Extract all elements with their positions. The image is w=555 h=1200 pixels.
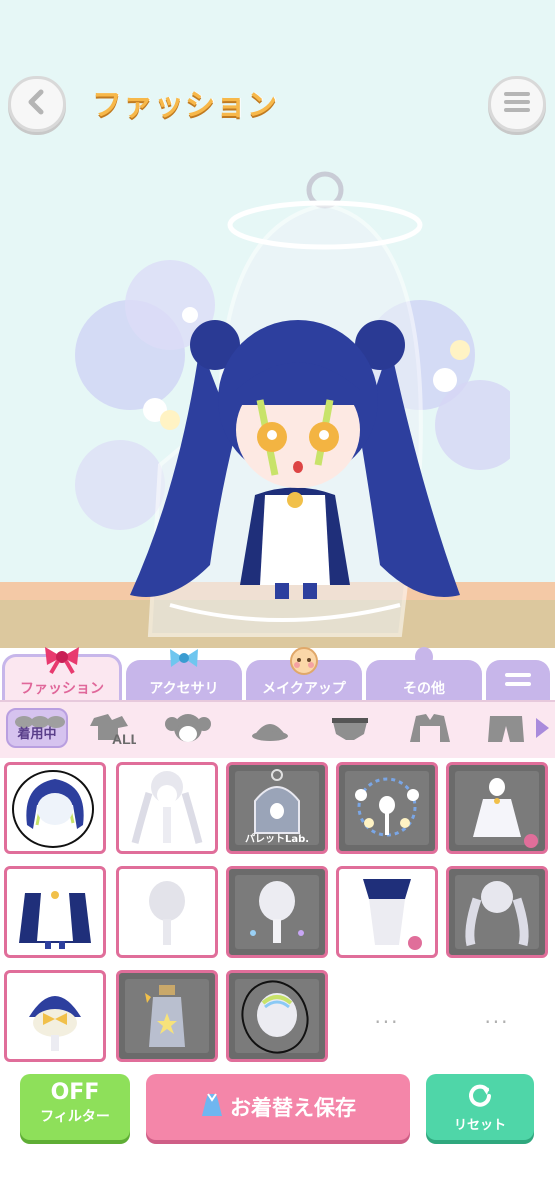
- tab-fashion[interactable]: ファッション: [2, 647, 122, 704]
- jacket-icon[interactable]: [406, 712, 454, 746]
- star-bottle-image: [145, 985, 185, 1047]
- tab-label: その他: [403, 681, 445, 697]
- grid-item-blank-mannequin[interactable]: [116, 866, 218, 958]
- filter-label: フィルター: [40, 1109, 110, 1125]
- filter-toggle-button[interactable]: OFF フィルター: [20, 1074, 130, 1140]
- menu-button[interactable]: [488, 76, 546, 132]
- bow-icon: [166, 646, 202, 674]
- grid-item-navy-coat-dress[interactable]: [4, 866, 106, 958]
- category-tabs: ファッション アクセサリ メイクアップ その他: [0, 647, 555, 704]
- hat-icon[interactable]: [246, 712, 294, 746]
- grid-item-blue-hair[interactable]: [4, 762, 106, 854]
- grid-item-navy-skirt[interactable]: [336, 866, 438, 958]
- blue-hat-bow-image: [29, 996, 81, 1051]
- grid-item-green-highlight-hair[interactable]: [226, 970, 328, 1062]
- grid-item-white-long-hair[interactable]: [446, 866, 548, 958]
- grid-item-flower-sparkle[interactable]: [336, 762, 438, 854]
- grid-item-white-dress[interactable]: [446, 762, 548, 854]
- tab-accessory[interactable]: アクセサリ: [126, 649, 242, 704]
- worn-label: 着用中: [17, 727, 57, 742]
- dress-icon: [200, 1092, 224, 1123]
- tab-other[interactable]: その他: [366, 647, 482, 704]
- white-long-hair-image: [465, 881, 529, 947]
- all-items-icon[interactable]: ALL: [88, 712, 136, 746]
- reset-label: リセット: [453, 1118, 506, 1133]
- navy-coat-dress-image: [19, 891, 91, 949]
- save-label: お着替え保存: [230, 1096, 356, 1120]
- underwear-icon[interactable]: [326, 712, 374, 746]
- bottom-action-bar: OFF フィルター お着替え保存 リセット: [0, 1068, 555, 1200]
- empty-slot: ...: [484, 1004, 510, 1028]
- ribbon-icon: [41, 643, 83, 679]
- tab-label: アクセサリ: [149, 681, 219, 697]
- back-button[interactable]: [8, 76, 66, 132]
- hair-icon[interactable]: [164, 712, 212, 746]
- menu-lines-icon: [505, 673, 531, 691]
- sparkle-mannequin-image: [250, 881, 304, 943]
- green-highlight-hair-image: [241, 980, 309, 1054]
- grid-item-sparkle-mannequin[interactable]: [226, 866, 328, 958]
- chevron-left-icon: [26, 89, 48, 119]
- svg-text:ALL: ALL: [112, 731, 136, 746]
- empty-slot: ...: [374, 1004, 400, 1028]
- avatar-stage: ファッション: [0, 0, 555, 648]
- subcategory-bar: 着用中 ALL: [0, 700, 555, 758]
- grid-item-white-twintail[interactable]: [116, 762, 218, 854]
- hamburger-icon: [502, 90, 532, 118]
- pants-icon[interactable]: [482, 712, 530, 746]
- white-twintail-image: [131, 771, 203, 844]
- blank-mannequin-image: [149, 881, 185, 945]
- worn-filter-button[interactable]: 着用中: [6, 708, 68, 748]
- tab-makeup[interactable]: メイクアップ: [246, 647, 362, 704]
- item-caption: パレットLab.: [244, 834, 310, 845]
- flower-sparkle-image: [355, 777, 419, 837]
- character-avatar[interactable]: [60, 165, 510, 645]
- tab-label: ファッション: [20, 681, 104, 697]
- grid-item-palette-lab-cage[interactable]: パレットLab.: [226, 762, 328, 854]
- scroll-right-icon[interactable]: [536, 718, 549, 738]
- grid-item-star-bottle[interactable]: [116, 970, 218, 1062]
- filter-state-label: OFF: [50, 1080, 100, 1105]
- grid-item-blue-hat-bow[interactable]: [4, 970, 106, 1062]
- face-icon: [289, 646, 319, 680]
- reset-button[interactable]: リセット: [426, 1074, 534, 1140]
- blue-hair-image: [12, 770, 94, 848]
- tab-menu[interactable]: [486, 660, 550, 704]
- save-outfit-button[interactable]: お着替え保存: [146, 1074, 410, 1140]
- navy-skirt-image: [363, 879, 422, 950]
- item-grid: パレットLab. ... ...: [0, 758, 555, 1068]
- mannequin-icon: [411, 646, 437, 680]
- refresh-icon: [426, 1074, 534, 1112]
- white-dress-image: [473, 778, 538, 848]
- tab-label: メイクアップ: [262, 681, 346, 697]
- page-title: ファッション: [92, 88, 278, 123]
